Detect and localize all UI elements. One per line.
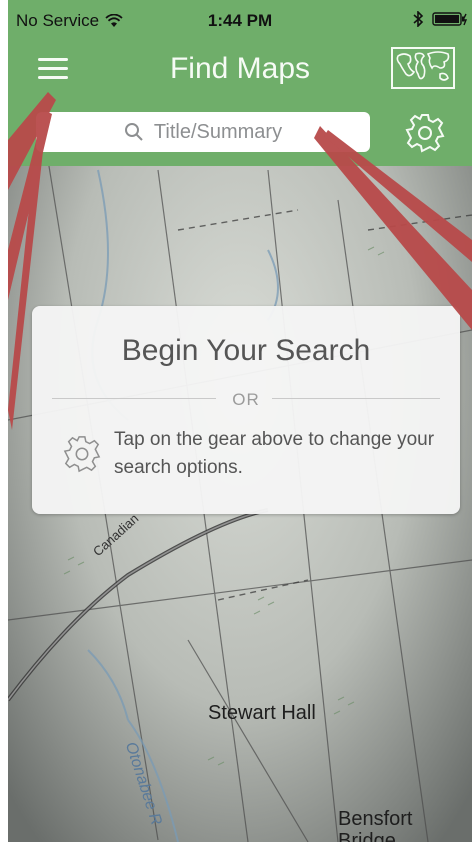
card-heading: Begin Your Search	[121, 334, 371, 367]
card-hint: Tap on the gear above to change your sea…	[114, 429, 435, 478]
or-label: OR	[232, 390, 260, 409]
bluetooth-icon	[413, 11, 424, 27]
status-time: 1:44 PM	[207, 11, 273, 30]
nav-bar: Find Maps	[8, 44, 472, 100]
search-input[interactable]: Title/Summary	[36, 112, 370, 152]
gear-icon	[62, 434, 102, 474]
gear-icon[interactable]	[404, 112, 446, 154]
search-bar: Title/Summary	[8, 100, 472, 166]
status-bar: No Service 1:44 PM	[8, 0, 472, 44]
begin-search-card: Begin Your Search OR Tap on the gear abo…	[32, 306, 460, 514]
map-label-bensfort: Bensfort	[338, 808, 413, 830]
search-placeholder: Title/Summary	[153, 120, 283, 143]
battery-icon	[432, 12, 468, 26]
world-map-icon[interactable]	[390, 44, 456, 92]
status-right	[412, 11, 468, 27]
divider-right	[272, 398, 440, 399]
map-label-bridge: Bridge	[338, 830, 396, 842]
app-screen: Stewart Hall Bensfort Bridge Canadian Ot…	[8, 0, 472, 842]
map-label-stewart-hall: Stewart Hall	[208, 702, 316, 724]
search-icon	[124, 123, 143, 141]
